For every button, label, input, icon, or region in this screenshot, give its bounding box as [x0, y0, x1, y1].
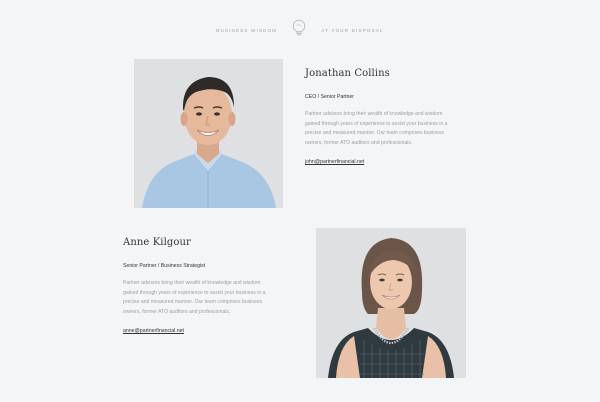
member-description: Partner advisors bring their wealth of k…: [123, 280, 266, 315]
portrait-anne-kilgour: [316, 228, 466, 378]
member-role: Senior Partner / Business Strategist: [123, 263, 206, 269]
member-description: Partner advisors bring their wealth of k…: [305, 111, 448, 146]
team-member-jonathan: Jonathan Collins CEO / Senior Partner Pa…: [305, 68, 455, 168]
member-email-link[interactable]: john@partnerfinancial.net: [305, 159, 364, 165]
member-role: CEO / Senior Partner: [305, 94, 355, 100]
tagline-left-text: BUSINESS WISDOM: [216, 27, 278, 33]
member-name: Jonathan Collins: [305, 68, 390, 79]
header-tagline: BUSINESS WISDOM AT YOUR DISPOSAL: [0, 19, 600, 42]
tagline-right-text: AT YOUR DISPOSAL: [321, 27, 384, 33]
member-name: Anne Kilgour: [123, 237, 191, 248]
member-email-link[interactable]: anne@partnerfinancial.net: [123, 328, 184, 334]
portrait-jonathan-collins: [134, 59, 283, 208]
lightbulb-icon: [291, 19, 307, 42]
team-member-anne: Anne Kilgour Senior Partner / Business S…: [123, 237, 273, 337]
